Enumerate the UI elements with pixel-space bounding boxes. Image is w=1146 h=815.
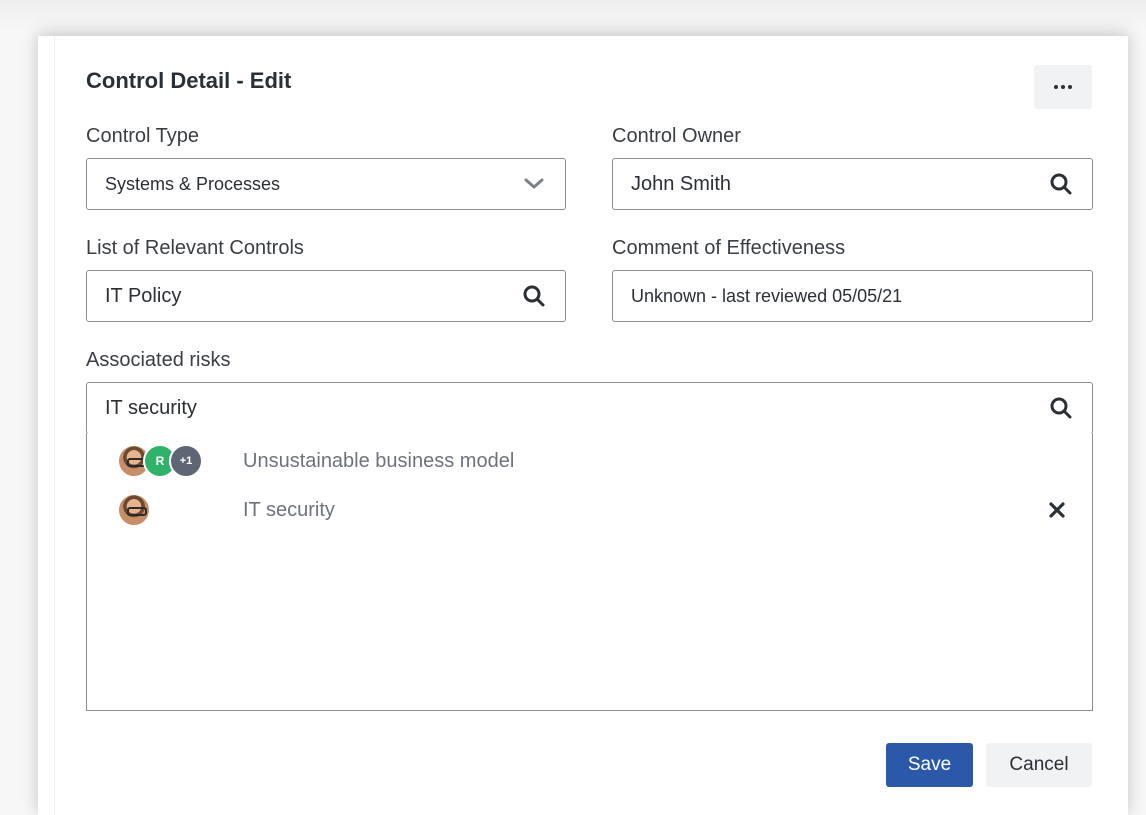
- dialog-title: Control Detail - Edit: [86, 68, 292, 93]
- avatar: [117, 493, 151, 527]
- control-owner-input[interactable]: John Smith: [612, 158, 1093, 210]
- search-icon[interactable]: [1048, 171, 1074, 197]
- control-type-select[interactable]: Systems & Processes: [86, 158, 566, 210]
- avatar-group: [117, 493, 151, 527]
- risk-name: IT security: [243, 498, 335, 521]
- list-item[interactable]: IT security: [87, 490, 1092, 530]
- relevant-controls-input[interactable]: IT Policy: [86, 270, 566, 322]
- comment-effectiveness-input[interactable]: Unknown - last reviewed 05/05/21: [612, 270, 1093, 322]
- search-icon[interactable]: [1048, 395, 1074, 421]
- search-icon[interactable]: [521, 283, 547, 309]
- associated-risks-search-input[interactable]: IT security: [86, 382, 1093, 434]
- control-owner-label: Control Owner: [612, 125, 741, 147]
- more-horizontal-icon: [1054, 85, 1072, 89]
- comment-effectiveness-value: Unknown - last reviewed 05/05/21: [631, 285, 903, 306]
- associated-risks-value: IT security: [105, 396, 197, 419]
- associated-risks-list: R +1 Unsustainable business model IT sec…: [86, 433, 1093, 711]
- associated-risks-label: Associated risks: [86, 349, 231, 371]
- save-button[interactable]: Save: [886, 743, 973, 787]
- control-type-label: Control Type: [86, 125, 200, 147]
- control-owner-value: John Smith: [631, 172, 732, 195]
- comment-effectiveness-label: Comment of Effectiveness: [612, 237, 846, 259]
- risk-name: Unsustainable business model: [243, 449, 515, 472]
- list-item[interactable]: R +1 Unsustainable business model: [87, 441, 1092, 481]
- more-options-button[interactable]: [1034, 65, 1092, 109]
- cancel-button[interactable]: Cancel: [986, 743, 1092, 787]
- chevron-down-icon: [521, 171, 547, 197]
- avatar-group: R +1: [117, 444, 203, 478]
- control-type-value: Systems & Processes: [105, 173, 281, 194]
- relevant-controls-label: List of Relevant Controls: [86, 237, 304, 259]
- avatar-overflow-count: +1: [169, 444, 203, 478]
- close-icon[interactable]: [1046, 499, 1068, 521]
- relevant-controls-value: IT Policy: [105, 284, 182, 307]
